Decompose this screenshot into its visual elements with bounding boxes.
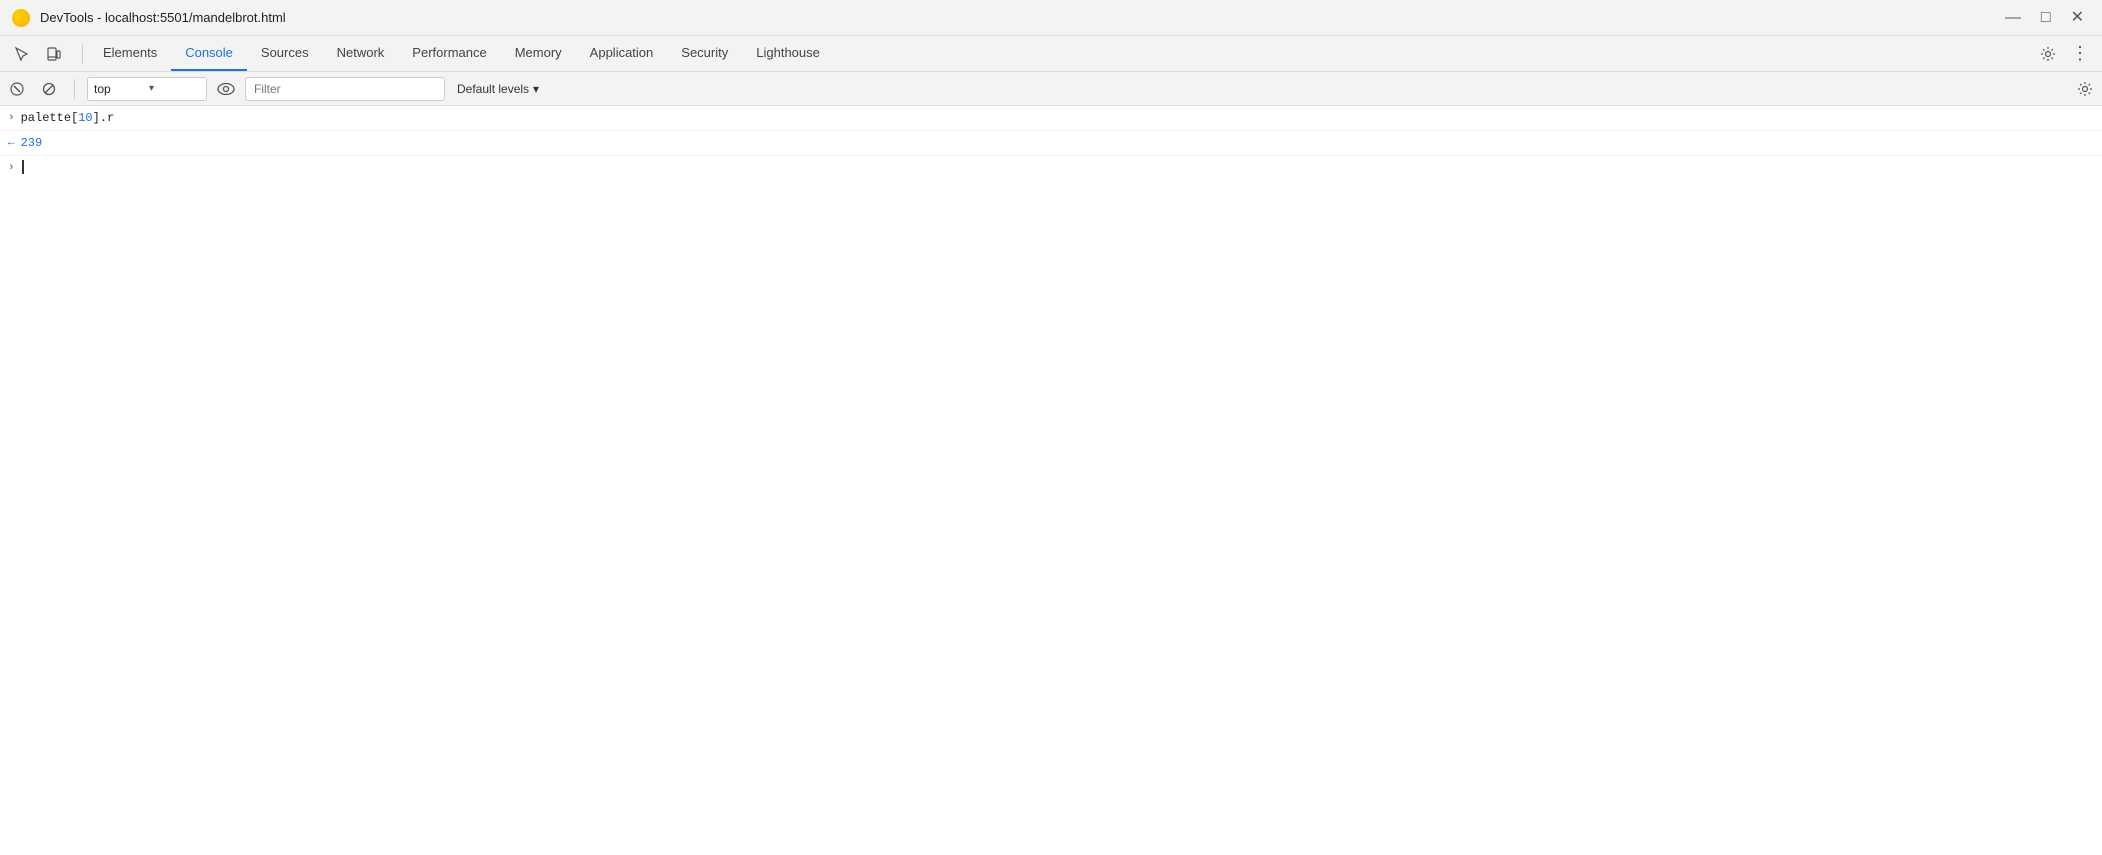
console-toolbar-divider [74, 79, 75, 99]
toolbar-icon-group [8, 40, 68, 68]
tab-application[interactable]: Application [576, 36, 668, 71]
inspect-element-button[interactable] [8, 40, 36, 68]
tab-memory[interactable]: Memory [501, 36, 576, 71]
tab-elements[interactable]: Elements [89, 36, 171, 71]
device-toggle-icon [46, 46, 62, 62]
console-entry-input: › palette[10].r [0, 106, 2102, 131]
console-input-text: palette[10].r [21, 109, 115, 127]
tab-lighthouse[interactable]: Lighthouse [742, 36, 834, 71]
toolbar-divider [82, 44, 83, 64]
window-title: DevTools - localhost:5501/mandelbrot.htm… [40, 10, 286, 25]
block-icon [41, 81, 57, 97]
tab-console[interactable]: Console [171, 36, 247, 71]
toolbar-right-icons: ⋮ [2034, 40, 2094, 68]
console-active-input[interactable]: › [0, 156, 2102, 178]
eye-icon [217, 83, 235, 95]
devtools-main-toolbar: Elements Console Sources Network Perform… [0, 36, 2102, 72]
console-settings-button[interactable] [2072, 76, 2098, 102]
context-selector[interactable]: top ▾ [87, 77, 207, 101]
context-arrow: ▾ [149, 83, 200, 94]
tab-sources[interactable]: Sources [247, 36, 323, 71]
levels-arrow: ▾ [533, 82, 539, 96]
more-options-button[interactable]: ⋮ [2066, 40, 2094, 68]
tab-network[interactable]: Network [323, 36, 399, 71]
console-settings-icon [2077, 81, 2093, 97]
levels-button[interactable]: Default levels ▾ [451, 77, 545, 101]
clear-console-button[interactable] [4, 76, 30, 102]
console-output: › palette[10].r ← 239 › [0, 106, 2102, 855]
console-entry-output: ← 239 [0, 131, 2102, 156]
maximize-button[interactable]: □ [2035, 8, 2057, 28]
more-options-icon: ⋮ [2071, 43, 2089, 64]
chevron-input: › [8, 109, 15, 127]
device-toggle-button[interactable] [40, 40, 68, 68]
chevron-active: › [8, 161, 15, 174]
eye-button[interactable] [213, 76, 239, 102]
minimize-button[interactable]: — [1999, 8, 2027, 28]
console-toolbar: top ▾ Default levels ▾ [0, 72, 2102, 106]
console-output-value: 239 [21, 134, 43, 152]
chevron-output: ← [8, 134, 15, 152]
console-input-index: 10 [78, 111, 92, 125]
window-controls: — □ ✕ [1999, 8, 2090, 28]
tab-security[interactable]: Security [667, 36, 742, 71]
tab-performance[interactable]: Performance [398, 36, 500, 71]
settings-icon [2040, 46, 2056, 62]
inspect-element-icon [14, 46, 30, 62]
console-cursor [22, 160, 24, 174]
clear-console-icon [9, 81, 25, 97]
close-button[interactable]: ✕ [2065, 8, 2090, 28]
main-nav: Elements Console Sources Network Perform… [89, 36, 2034, 71]
title-bar: DevTools - localhost:5501/mandelbrot.htm… [0, 0, 2102, 36]
chrome-icon [12, 9, 30, 27]
block-button[interactable] [36, 76, 62, 102]
title-bar-left: DevTools - localhost:5501/mandelbrot.htm… [12, 9, 286, 27]
devtools-settings-button[interactable] [2034, 40, 2062, 68]
filter-input[interactable] [245, 77, 445, 101]
